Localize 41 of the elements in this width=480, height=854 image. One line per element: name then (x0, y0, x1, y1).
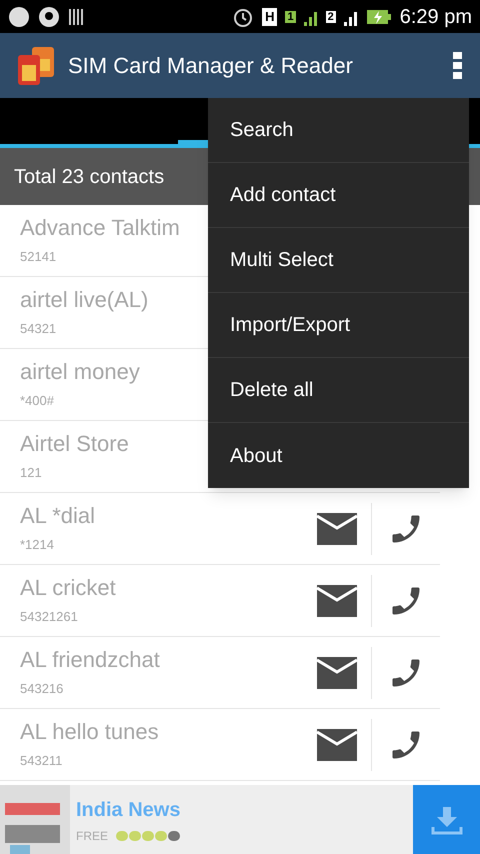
contacts-count: Total 23 contacts (14, 164, 164, 190)
contact-number: 543216 (20, 680, 64, 698)
mail-icon[interactable] (317, 584, 357, 616)
contact-number: *400# (20, 392, 54, 410)
mail-icon[interactable] (317, 728, 357, 760)
clock: 6:29 pm (400, 4, 472, 30)
menu-item[interactable]: Delete all (208, 358, 469, 423)
network-type: H (262, 8, 278, 26)
mail-icon[interactable] (317, 656, 357, 688)
contact-number: *1214 (20, 536, 54, 554)
menu-item[interactable]: Add contact (208, 163, 469, 228)
chat-app-icon (8, 6, 30, 28)
barcode-icon (68, 6, 86, 26)
overflow-menu-icon[interactable] (452, 50, 464, 80)
ad-label: FREE (76, 828, 108, 844)
contact-name[interactable]: AL *dial (20, 502, 96, 529)
contact-number: 121 (20, 464, 42, 482)
contact-number: 52141 (20, 248, 56, 266)
menu-item[interactable]: Search (208, 98, 469, 163)
contact-number: 54321 (20, 320, 56, 338)
mail-icon[interactable] (317, 512, 357, 544)
sim-two-signal: 2 (326, 10, 336, 22)
contact-name[interactable]: AL hello tunes (20, 718, 159, 745)
app-title: SIM Card Manager & Reader (68, 52, 354, 80)
menu-item[interactable]: Import/Export (208, 293, 469, 358)
contact-name[interactable]: Airtel Store (20, 430, 129, 457)
contact-name[interactable]: AL cricket (20, 574, 116, 601)
contact-name[interactable]: AL friendzchat (20, 646, 160, 673)
contact-name[interactable]: Advance Talktim (20, 214, 180, 241)
ad-banner[interactable]: India News FREE (0, 785, 480, 854)
ad-title: India News (76, 798, 182, 822)
contact-name[interactable]: airtel live(AL) (20, 286, 148, 313)
sim-cards-icon (16, 44, 56, 86)
battery-icon (366, 8, 392, 26)
contact-name[interactable]: airtel money (20, 358, 140, 385)
sim-one-signal: 1 (285, 10, 296, 22)
contact-number: 543211 (20, 752, 62, 770)
menu-item[interactable]: Multi Select (208, 228, 469, 293)
pin-app-icon (38, 6, 60, 28)
contact-number: 54321261 (20, 608, 78, 626)
menu-item[interactable]: About (208, 423, 469, 488)
